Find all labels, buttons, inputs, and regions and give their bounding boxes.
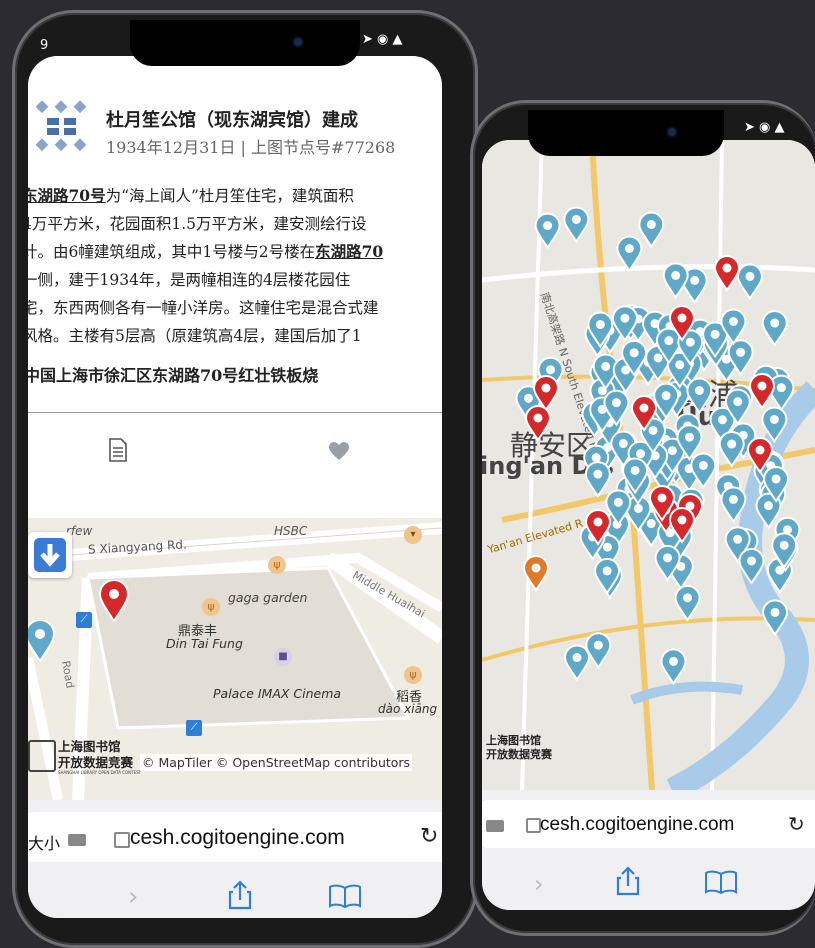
article-body: 东湖路70号为“海上闻人”杜月笙住宅，建筑面积 4万平方米，花园面积1.5万平方… xyxy=(28,182,442,350)
left-phone-screen: 杜月笙公馆（现东湖宾馆）建成 1934年12月31日 | 上图节点号#77268… xyxy=(28,56,442,918)
action-row xyxy=(28,413,442,518)
reload-icon[interactable]: ↻ xyxy=(420,824,438,849)
forward-icon[interactable]: › xyxy=(128,882,138,912)
article-subtitle: 1934年12月31日 | 上图节点号#77268 xyxy=(106,138,396,157)
map-pin-blue[interactable] xyxy=(28,620,56,662)
right-phone-notch xyxy=(528,110,724,156)
map-pin-blue[interactable] xyxy=(761,310,788,347)
body-line: 东湖路70号为“海上闻人”杜月笙住宅，建筑面积 xyxy=(28,182,442,210)
detail-map[interactable]: rfew HSBC S Xiangyang Rd. gaga garden Mi… xyxy=(28,518,442,800)
body-line: 4万平方米，花园面积1.5万平方米，建安测绘行设 xyxy=(28,215,367,233)
metro-icon: ⟋ xyxy=(186,720,202,736)
status-time: 9 xyxy=(40,38,49,53)
map-pin-blue[interactable] xyxy=(720,486,747,524)
map-pin-blue[interactable] xyxy=(585,632,612,670)
bookmarks-icon[interactable] xyxy=(704,870,738,894)
map-label-imax: Palace IMAX Cinema xyxy=(213,686,342,701)
map-pin-blue[interactable] xyxy=(674,584,701,622)
body-line-text: 为“海上闻人”杜月笙住宅，建筑面积 xyxy=(105,187,354,205)
body-line-text: 计。由6幢建筑组成，其中1号楼与2号楼在 xyxy=(28,243,316,261)
map-pin-blue[interactable] xyxy=(616,235,643,273)
location-icon: ➤ ◉ ▲ xyxy=(362,32,403,47)
map-pin-blue[interactable] xyxy=(738,547,765,585)
browser-toolbar: 大小 cesh.cogitoengine.com ↻ › xyxy=(28,800,442,918)
map-pin-blue[interactable] xyxy=(584,461,611,498)
site-logo-icon xyxy=(36,100,87,152)
map-label-hsbc: HSBC xyxy=(274,524,308,538)
reader-icon[interactable] xyxy=(68,834,86,846)
body-line: 计。由6幢建筑组成，其中1号楼与2号楼在东湖路70 xyxy=(28,238,442,266)
map-label-gaga: gaga garden xyxy=(228,590,308,605)
map-label-daoxiang-en: dào xiāng xyxy=(378,702,438,716)
restaurant-icon: ψ xyxy=(202,598,220,616)
address-link[interactable]: 东湖路70号 xyxy=(28,186,106,205)
map-pin-blue[interactable] xyxy=(718,431,745,468)
map-pin-blue[interactable] xyxy=(761,406,788,444)
status-icons: ➤ ◉ ▲ xyxy=(744,120,785,135)
document-icon[interactable] xyxy=(108,438,128,462)
heart-icon[interactable] xyxy=(328,441,350,461)
body-line: 风格。主楼有5层高（原建筑高4层，建国后加了1 xyxy=(28,327,362,345)
cinema-icon: ■ xyxy=(274,648,292,666)
body-line: 一侧，建于1934年，是两幢相连的4层楼花园住 xyxy=(28,271,351,289)
image-caption: 中国上海市徐汇区东湖路70号红壮铁板烧 xyxy=(28,366,319,385)
map-pin-blue[interactable] xyxy=(736,263,763,301)
article-header: 杜月笙公馆（现东湖宾馆）建成 1934年12月31日 | 上图节点号#77268 xyxy=(28,56,442,176)
camera-icon xyxy=(668,128,676,136)
overview-map[interactable]: 黄浦 Hua 静安区 ing'an Dis 南北高架路 N South Elev… xyxy=(482,140,815,790)
share-icon[interactable] xyxy=(616,866,640,896)
map-pin-blue[interactable] xyxy=(563,206,590,244)
reload-icon[interactable]: ↻ xyxy=(788,812,805,836)
share-icon[interactable] xyxy=(228,880,252,910)
restaurant-icon: ψ xyxy=(404,666,422,684)
download-icon xyxy=(34,538,66,572)
map-label-dingtaifeng-en: Din Tai Fung xyxy=(166,636,243,651)
map-pin-blue[interactable] xyxy=(762,599,789,637)
map-attribution[interactable]: © MapTiler © OpenStreetMap contributors xyxy=(140,754,413,771)
bookmarks-icon[interactable] xyxy=(328,884,362,908)
metro-icon: ⟋ xyxy=(76,612,92,628)
map-pin-orange[interactable] xyxy=(522,555,550,592)
map-pin-blue[interactable] xyxy=(686,377,713,415)
reader-icon[interactable] xyxy=(486,820,504,832)
browser-toolbar: cesh.cogitoengine.com ↻ › xyxy=(482,790,815,910)
url-text[interactable]: cesh.cogitoengine.com xyxy=(540,814,734,836)
map-pins xyxy=(515,206,801,686)
restaurant-icon: ψ xyxy=(268,556,286,574)
map-pin-red[interactable] xyxy=(748,373,776,410)
library-icon xyxy=(28,740,56,772)
map-pin-blue[interactable] xyxy=(638,211,665,249)
cafe-icon: ▾ xyxy=(404,526,422,544)
map-pin-blue[interactable] xyxy=(534,212,561,250)
url-text[interactable]: cesh.cogitoengine.com xyxy=(130,826,345,850)
lock-icon xyxy=(526,818,541,833)
left-phone-notch xyxy=(130,20,360,66)
map-pin-red[interactable] xyxy=(713,255,741,292)
lock-icon xyxy=(114,832,130,848)
map-pin-blue[interactable] xyxy=(662,262,689,300)
body-line: 宅，东西两侧各有一幢小洋房。这幢住宅是混合式建 xyxy=(28,299,379,317)
right-phone-screen: 黄浦 Hua 静安区 ing'an Dis 南北高架路 N South Elev… xyxy=(482,140,815,910)
map-pin-red[interactable] xyxy=(524,405,552,442)
forward-icon[interactable]: › xyxy=(534,870,544,898)
camera-icon xyxy=(294,38,302,46)
address-link-inline[interactable]: 东湖路70 xyxy=(315,242,383,261)
library-en: SHANGHAI LIBRARY OPEN DATA CONTEST xyxy=(58,770,142,775)
map-pin-red[interactable] xyxy=(98,580,130,622)
map-pin-blue[interactable] xyxy=(660,648,687,686)
map-pin-blue[interactable] xyxy=(564,644,591,682)
text-size-button[interactable]: 大小 xyxy=(28,830,60,854)
library-contest: 开放数据竞赛 xyxy=(58,755,134,770)
download-button[interactable] xyxy=(28,532,72,578)
article-title: 杜月笙公馆（现东湖宾馆）建成 xyxy=(106,110,358,131)
